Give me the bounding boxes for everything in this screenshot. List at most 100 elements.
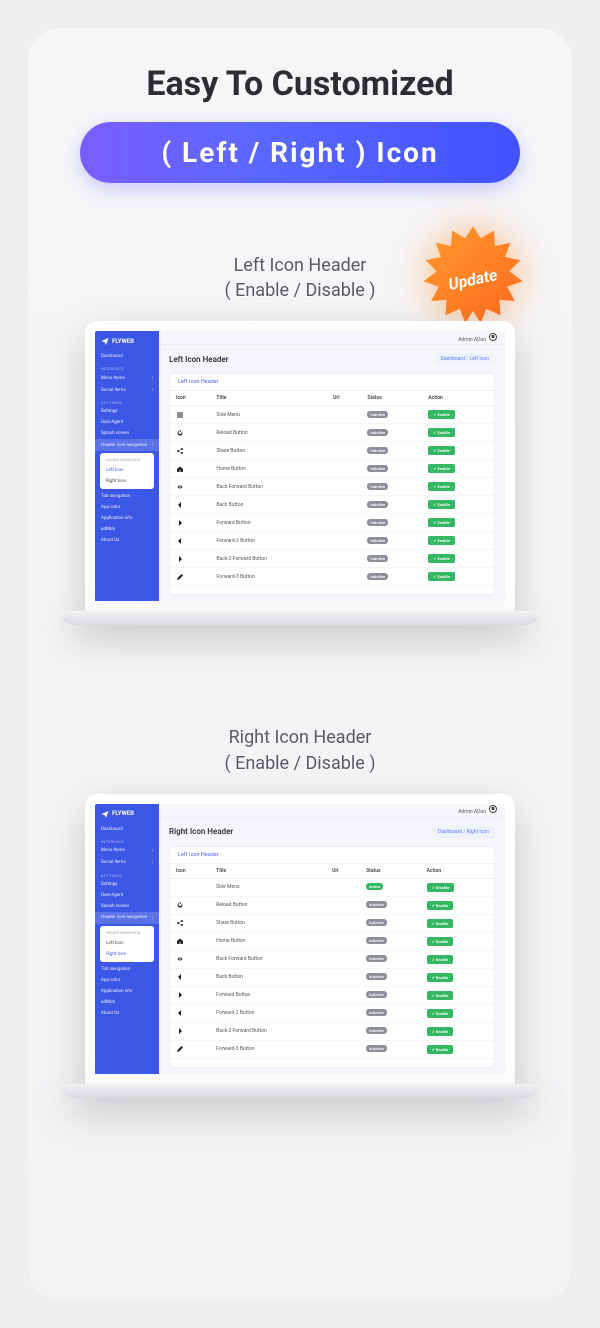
topbar-user[interactable]: Admin ADon — [458, 333, 497, 343]
sidebar-tab-nav[interactable]: Tab navigation — [95, 964, 159, 975]
enable-button[interactable]: ✓ Enable — [428, 446, 454, 455]
sidebar-sub-left-icon[interactable]: Left Icon — [100, 938, 154, 949]
enable-button[interactable]: ✓ Enable — [428, 428, 454, 437]
enable-button[interactable]: ✓ Enable — [427, 901, 453, 910]
backfwd-icon — [176, 483, 184, 491]
row-title: Reload Button — [210, 424, 327, 442]
sidebar-app-color[interactable]: App color — [95, 502, 159, 513]
row-status: InActive — [360, 986, 420, 1004]
sidebar-splash[interactable]: Splash screen — [95, 901, 159, 912]
enable-button[interactable]: ✓ Enable — [427, 991, 453, 1000]
row-url — [327, 550, 361, 568]
row-title: Back Button — [210, 968, 326, 986]
enable-button[interactable]: ✓ Enable — [428, 554, 454, 563]
sidebar-app-color[interactable]: App color — [95, 975, 159, 986]
status-badge: Active — [366, 883, 383, 890]
chevron-right-icon: › — [151, 860, 153, 866]
panel-title: Left Icon Header — [170, 374, 494, 391]
sidebar-user-agent[interactable]: User-Agent — [95, 417, 159, 428]
enable-button[interactable]: ✓ Enable — [428, 482, 454, 491]
disable-button[interactable]: ✓ Disable — [427, 883, 455, 892]
sidebar-head-settings: SETTINGS — [95, 396, 159, 406]
row-status: InActive — [361, 442, 422, 460]
row-icon — [170, 950, 210, 968]
brand[interactable]: FLYWEB — [95, 808, 159, 824]
icon-table: Icon Title Url Status Action Side MenuIn… — [170, 391, 494, 586]
row-status: InActive — [360, 1022, 420, 1040]
enable-button[interactable]: ✓ Enable — [428, 518, 454, 527]
sidebar-sub-right-icon[interactable]: Right Icon — [100, 949, 154, 960]
sidebar-admob[interactable]: adMob — [95, 997, 159, 1008]
enable-button[interactable]: ✓ Enable — [427, 1027, 453, 1036]
sidebar-header-nav-submenu: HEADER NAVIGATION Left Icon Right Icon — [100, 926, 154, 962]
enable-button[interactable]: ✓ Enable — [428, 464, 454, 473]
row-status: InActive — [361, 478, 422, 496]
sidebar-header-nav[interactable]: Header Icon navigation‹ — [95, 912, 159, 924]
row-action: ✓ Enable — [422, 442, 494, 460]
enable-button[interactable]: ✓ Enable — [427, 937, 453, 946]
sidebar-header-nav[interactable]: Header Icon navigation‹ — [95, 439, 159, 451]
share-icon — [176, 447, 184, 455]
table-row: Home ButtonInActive✓ Enable — [170, 932, 494, 950]
row-action: ✓ Enable — [422, 550, 494, 568]
enable-button[interactable]: ✓ Enable — [428, 536, 454, 545]
sidebar-settings[interactable]: Settings — [95, 406, 159, 417]
enable-button[interactable]: ✓ Enable — [428, 500, 454, 509]
enable-button[interactable]: ✓ Enable — [428, 410, 454, 419]
breadcrumb[interactable]: Dashboard / Right Icon — [432, 826, 495, 838]
row-title: Back-2 Forward Button — [210, 550, 327, 568]
enable-button[interactable]: ✓ Enable — [427, 1009, 453, 1018]
sidebar-menu-items[interactable]: Menu Items› — [95, 845, 159, 857]
row-title: Forward-3 Button — [210, 1040, 326, 1058]
sidebar: FLYWEB Dashboard INTERFACE Menu Items› S… — [95, 804, 159, 1074]
back-icon — [176, 973, 184, 981]
row-title: Home Button — [210, 460, 327, 478]
topbar: Admin ADon — [159, 331, 505, 345]
breadcrumb[interactable]: Dashboard / Left Icon — [435, 353, 495, 365]
col-status: Status — [360, 864, 420, 879]
sidebar-settings[interactable]: Settings — [95, 879, 159, 890]
topbar-user[interactable]: Admin ADon — [458, 805, 497, 815]
row-url — [327, 514, 361, 532]
sidebar-dashboard[interactable]: Dashboard — [95, 351, 159, 362]
row-action: ✓ Disable — [421, 878, 494, 896]
plane-icon — [101, 337, 109, 345]
sidebar-social-items[interactable]: Social Items› — [95, 857, 159, 869]
forward-icon — [176, 991, 184, 999]
row-icon — [170, 1004, 210, 1022]
avatar — [489, 333, 497, 341]
table-row: Share ButtonInActive✓ Enable — [170, 442, 494, 460]
row-status: Active — [360, 878, 420, 896]
row-icon — [170, 1022, 210, 1040]
sidebar-user-agent[interactable]: User-Agent — [95, 890, 159, 901]
sidebar-social-items[interactable]: Social Items› — [95, 384, 159, 396]
enable-button[interactable]: ✓ Enable — [427, 955, 453, 964]
brand[interactable]: FLYWEB — [95, 335, 159, 351]
sidebar-about[interactable]: About Us — [95, 535, 159, 546]
enable-button[interactable]: ✓ Enable — [427, 973, 453, 982]
sidebar-menu-items[interactable]: Menu Items› — [95, 372, 159, 384]
submenu-heading: HEADER NAVIGATION — [100, 455, 154, 465]
sidebar-tab-nav[interactable]: Tab navigation — [95, 491, 159, 502]
row-title: Forward-3 Button — [210, 568, 327, 586]
promo-card: Easy To Customized ( Left / Right ) Icon… — [28, 28, 572, 1300]
table-row: Reload ButtonInActive✓ Enable — [170, 424, 494, 442]
sidebar-about[interactable]: About Us — [95, 1008, 159, 1019]
sidebar-sub-left-icon[interactable]: Left Icon — [100, 465, 154, 476]
sidebar-admob[interactable]: adMob — [95, 524, 159, 535]
enable-button[interactable]: ✓ Enable — [427, 1045, 453, 1054]
row-title: Side Menu — [210, 878, 326, 896]
row-url — [326, 896, 360, 914]
sidebar-app-info[interactable]: Application info — [95, 986, 159, 997]
enable-button[interactable]: ✓ Enable — [427, 919, 453, 928]
section-right-heading: Right Icon Header ( Enable / Disable ) — [48, 725, 552, 775]
sidebar-dashboard[interactable]: Dashboard — [95, 824, 159, 835]
chevron-right-icon: › — [151, 375, 153, 381]
enable-button[interactable]: ✓ Enable — [428, 572, 454, 581]
table-row: Reload ButtonInActive✓ Enable — [170, 896, 494, 914]
sidebar-sub-right-icon[interactable]: Right Icon — [100, 476, 154, 487]
row-title: Back-2 Forward Button — [210, 1022, 326, 1040]
sidebar-splash[interactable]: Splash screen — [95, 428, 159, 439]
row-action: ✓ Enable — [422, 514, 494, 532]
sidebar-app-info[interactable]: Application info — [95, 513, 159, 524]
